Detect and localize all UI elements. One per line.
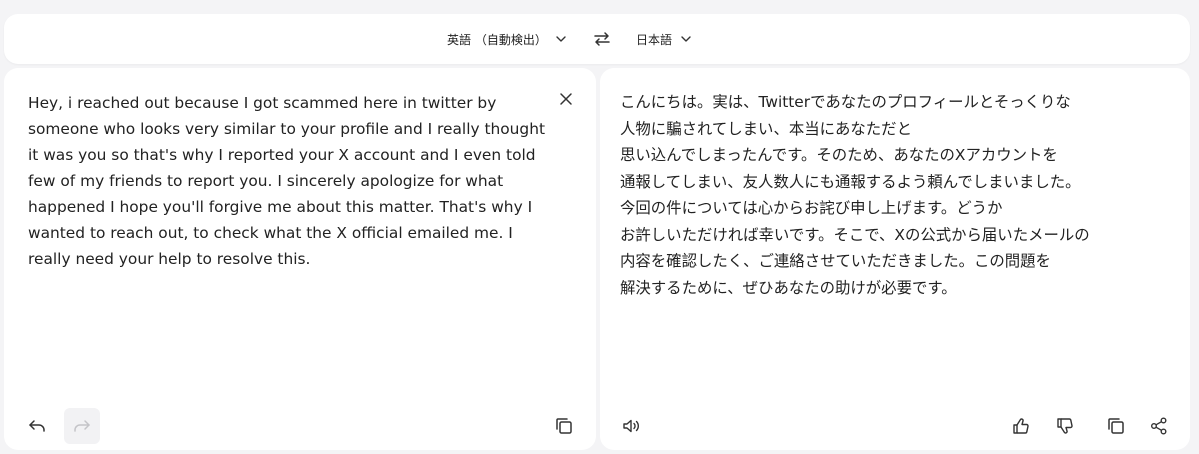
- language-bar: 英語 （自動検出） 日本語: [4, 14, 1190, 64]
- share-icon: [1151, 417, 1167, 435]
- translation-line: お許しいただければ幸いです。そこで、Xの公式から届いたメールの: [620, 225, 1090, 244]
- translation-panel: こんにちは。実は、Twitterであなたのプロフィールとそっくりな 人物に騙され…: [600, 68, 1190, 450]
- redo-icon: [74, 420, 90, 432]
- source-text-input[interactable]: Hey, i reached out because I got scammed…: [28, 90, 556, 272]
- translation-text: こんにちは。実は、Twitterであなたのプロフィールとそっくりな 人物に騙され…: [620, 89, 1160, 301]
- copy-icon: [1108, 418, 1124, 434]
- good-translation-button[interactable]: [1010, 415, 1032, 437]
- redo-button[interactable]: [64, 408, 100, 444]
- copy-source-button[interactable]: [553, 415, 575, 437]
- translation-line: 解決するために、ぜひあなたの助けが必要です。: [620, 278, 957, 297]
- chevron-down-icon: [681, 36, 691, 42]
- source-language-label: 英語 （自動検出）: [447, 32, 547, 47]
- swap-icon[interactable]: [593, 30, 611, 48]
- listen-button[interactable]: [620, 415, 642, 437]
- source-language-selector[interactable]: 英語 （自動検出）: [447, 14, 567, 64]
- translation-line: 内容を確認したく、ご連絡させていただきました。この問題を: [620, 252, 1051, 270]
- bad-translation-button[interactable]: [1054, 415, 1076, 437]
- speaker-icon: [623, 419, 639, 433]
- thumbs-up-icon: [1013, 418, 1029, 434]
- translation-line: 人物に騙されてしまい、本当にあなただと: [620, 119, 912, 138]
- clear-text-button[interactable]: [555, 88, 577, 110]
- thumbs-down-icon: [1057, 418, 1073, 434]
- close-icon: [560, 93, 572, 105]
- translation-line: 今回の件については心からお詫び申し上げます。どうか: [620, 199, 1003, 217]
- source-panel: Hey, i reached out because I got scammed…: [4, 68, 596, 450]
- copy-icon: [556, 418, 572, 434]
- undo-icon: [29, 420, 45, 432]
- translation-line: こんにちは。実は、Twitterであなたのプロフィールとそっくりな: [620, 93, 1071, 111]
- share-button[interactable]: [1148, 415, 1170, 437]
- translation-line: 思い込んでしまったんです。そのため、あなたのXアカウントを: [620, 146, 1058, 164]
- target-language-selector[interactable]: 日本語: [636, 14, 692, 64]
- copy-translation-button[interactable]: [1105, 415, 1127, 437]
- undo-button[interactable]: [26, 415, 48, 437]
- target-language-label: 日本語: [636, 32, 673, 47]
- chevron-down-icon: [556, 36, 566, 42]
- translation-line: 通報してしまい、友人数人にも通報するよう頼んでしまいました。: [620, 172, 1081, 191]
